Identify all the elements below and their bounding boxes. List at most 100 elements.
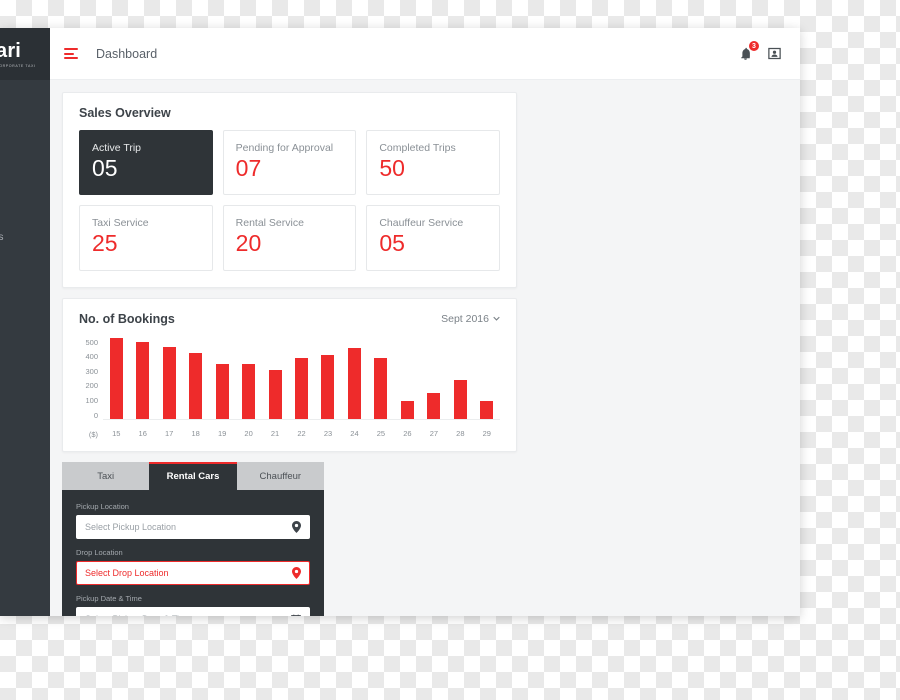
booking-tabs: Taxi Rental Cars Chauffeur	[62, 461, 324, 490]
stat-card-rental-service[interactable]: Rental Service 20	[222, 205, 357, 271]
chart-bar-slot	[182, 338, 208, 419]
tab-rental-cars[interactable]: Rental Cars	[149, 461, 237, 490]
drop-location-label: Drop Location	[76, 547, 123, 557]
pickup-location-input[interactable]: Select Pickup Location	[76, 514, 310, 539]
chart-x-tick: 24	[350, 428, 359, 438]
sidebar-item-approval[interactable]: proval	[0, 138, 50, 164]
chart-bar-slot	[315, 338, 341, 419]
chart-x-tick: 22	[297, 428, 306, 438]
stat-value: 20	[235, 230, 262, 257]
stat-label: Chauffeur Service	[379, 217, 464, 230]
chart-bar[interactable]	[215, 363, 229, 419]
chart-bar[interactable]	[427, 393, 441, 419]
pickup-datetime-field: Pickup Date & Time Select Pickup Date & …	[76, 594, 310, 616]
chart-bar[interactable]	[136, 342, 150, 419]
chart-title: No. of Bookings	[79, 311, 175, 326]
chart-x-tick: 27	[429, 428, 439, 438]
stat-label: Active Trip	[92, 142, 142, 154]
stat-card-active-trip[interactable]: Active Trip 05	[79, 130, 213, 196]
chart-bar-slot	[447, 338, 473, 419]
main-area: Dashboard 3 Sales Overview Active Trip 0…	[50, 28, 800, 616]
chart-x-tick: 26	[403, 428, 412, 438]
drop-location-input[interactable]: Select Drop Location	[76, 560, 310, 585]
chart-x-tick: 15	[112, 428, 121, 438]
chart-bar[interactable]	[295, 358, 309, 419]
sidebar: ari CORPORATE TAXI proval yees tments	[0, 28, 50, 616]
pickup-datetime-label: Pickup Date & Time	[76, 593, 142, 603]
chart-bar[interactable]	[268, 369, 282, 419]
brand-logo[interactable]: ari CORPORATE TAXI	[0, 28, 50, 80]
brand-name: ari	[0, 40, 22, 62]
stat-card-completed-trips[interactable]: Completed Trips 50	[366, 130, 500, 196]
chart-plot: 500 400 300 200 100 0	[77, 337, 500, 420]
dashboard-content: Sales Overview Active Trip 05 Pending fo…	[50, 80, 800, 616]
stat-label: Rental Service	[235, 217, 304, 230]
chart-bar[interactable]	[347, 347, 361, 419]
chart-bar[interactable]	[109, 337, 123, 419]
chart-bar[interactable]	[189, 352, 203, 419]
chart-bar-slot	[129, 338, 155, 419]
chart-bar[interactable]	[374, 358, 388, 419]
stat-card-pending-approval[interactable]: Pending for Approval 07	[222, 130, 357, 196]
chart-unit-label: ($)	[88, 429, 98, 439]
chart-x-tick: 18	[191, 428, 200, 438]
tab-chauffeur[interactable]: Chauffeur	[236, 461, 324, 490]
stat-label: Completed Trips	[379, 142, 456, 154]
pickup-datetime-input[interactable]: Select Pickup Date & Time	[76, 606, 310, 616]
chart-bar[interactable]	[453, 379, 467, 419]
sales-overview-card: Sales Overview Active Trip 05 Pending fo…	[62, 92, 517, 288]
drop-location-field: Drop Location Select Drop Location	[76, 548, 310, 585]
stat-value: 50	[379, 155, 405, 181]
chart-bar-slot	[156, 338, 182, 419]
chart-y-tick: 100	[85, 395, 98, 405]
chart-y-tick: 0	[93, 410, 98, 420]
chart-bar-slot	[235, 338, 261, 419]
chart-bar-slot	[421, 338, 447, 419]
tab-taxi[interactable]: Taxi	[62, 461, 150, 490]
chart-x-tick: 28	[456, 428, 465, 438]
sales-overview-title: Sales Overview	[79, 106, 171, 120]
chart-x-tick: 17	[165, 428, 174, 438]
bookings-chart-card: No. of Bookings Sept 2016 500 400 300 200 10…	[62, 297, 517, 452]
month-dropdown-value: Sept 2016	[441, 312, 489, 325]
stat-grid: Active Trip 05 Pending for Approval 07 C…	[63, 128, 516, 287]
bell-icon[interactable]: 3	[738, 40, 760, 61]
chart-axis-row: ($) 15 16 17 18 19 20 21 22 23 24 25 26 27 28 29	[77, 420, 500, 439]
stat-label: Pending for Approval	[235, 142, 334, 154]
chart-bar-slot	[288, 338, 314, 419]
user-card-icon[interactable]	[767, 46, 782, 61]
chart-x-tick: 29	[482, 428, 491, 438]
chart-body: 500 400 300 200 100 0 ($) 15 16 17 18 19 20 21 22 23 2…	[63, 328, 516, 451]
chart-bar[interactable]	[400, 401, 414, 419]
sidebar-item-departments[interactable]: tments	[0, 224, 50, 250]
notification-badge: 3	[748, 40, 760, 52]
stat-card-taxi-service[interactable]: Taxi Service 25	[79, 205, 213, 271]
stat-value: 05	[92, 155, 118, 181]
map-pin-icon	[292, 566, 301, 579]
chart-x-tick: 16	[138, 428, 147, 438]
chart-bars-wrap	[103, 337, 500, 420]
chart-header: No. of Bookings Sept 2016	[63, 299, 516, 328]
sidebar-menu: proval yees tments	[0, 80, 50, 250]
pickup-location-field: Pickup Location Select Pickup Location	[76, 502, 310, 539]
chart-bar[interactable]	[242, 363, 256, 419]
chart-bar[interactable]	[480, 401, 494, 419]
booking-form: Pickup Location Select Pickup Location D…	[62, 489, 324, 616]
chart-y-tick: 500	[85, 337, 98, 347]
calendar-icon	[291, 614, 301, 616]
chart-bar[interactable]	[162, 347, 176, 419]
month-dropdown[interactable]: Sept 2016	[441, 313, 500, 325]
hamburger-icon[interactable]	[64, 48, 80, 59]
chart-bar-slot	[209, 338, 235, 419]
top-header: Dashboard 3	[50, 28, 800, 80]
chart-y-axis: 500 400 300 200 100 0	[77, 338, 103, 420]
pickup-datetime-value: Select Pickup Date & Time	[85, 614, 291, 616]
chart-y-tick: 400	[85, 352, 98, 362]
chart-bar-slot	[394, 338, 420, 419]
map-pin-icon	[292, 520, 301, 533]
drop-location-value: Select Drop Location	[85, 567, 169, 578]
sidebar-item-employees[interactable]: yees	[0, 194, 50, 220]
chart-bar[interactable]	[321, 355, 335, 419]
stat-card-chauffeur-service[interactable]: Chauffeur Service 05	[366, 205, 500, 271]
chart-bar-slot	[103, 337, 129, 419]
